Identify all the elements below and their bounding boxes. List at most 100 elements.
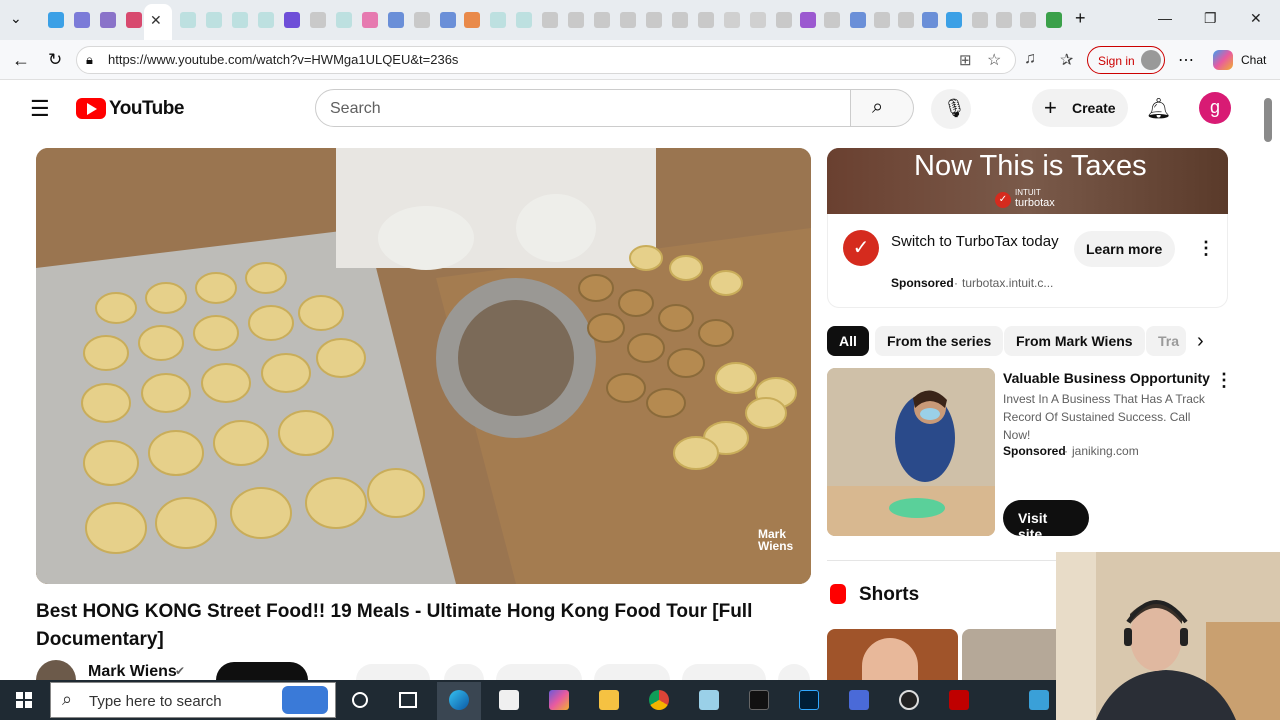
minimize-icon[interactable]: — <box>1158 10 1172 26</box>
tab-favicon-29[interactable] <box>898 12 914 28</box>
file-explorer-taskbar-icon[interactable] <box>599 690 619 710</box>
tab-favicon-26[interactable] <box>824 12 840 28</box>
notifications-bell-icon[interactable]: 🔔︎ <box>1146 96 1171 121</box>
tab-favicon-app[interactable] <box>100 12 116 28</box>
tab-favicon-32[interactable] <box>972 12 988 28</box>
download-button[interactable] <box>682 664 766 680</box>
chips-next-icon[interactable]: › <box>1197 330 1204 353</box>
more-options-icon[interactable]: ⋯ <box>1178 50 1194 70</box>
app2-taskbar-icon[interactable] <box>699 690 719 710</box>
save-button[interactable] <box>594 664 670 680</box>
tab-favicon-2[interactable] <box>206 12 222 28</box>
tab-favicon-20[interactable] <box>672 12 688 28</box>
read-aloud-icon[interactable]: ♫ <box>1024 50 1036 68</box>
restore-icon[interactable]: ❐ <box>1204 10 1217 27</box>
terminal-taskbar-icon[interactable] <box>749 690 769 710</box>
tab-favicon-youtube[interactable] <box>126 12 142 28</box>
tab-favicon-21[interactable] <box>698 12 714 28</box>
tab-favicon-13[interactable] <box>490 12 506 28</box>
tab-favicon-11[interactable] <box>440 12 456 28</box>
learn-more-button[interactable]: Learn more <box>1074 231 1175 267</box>
new-tab-icon[interactable]: + <box>1075 8 1086 29</box>
create-button[interactable]: + Create <box>1032 89 1128 127</box>
tab-favicon-25[interactable] <box>800 12 816 28</box>
tab-favicon-35[interactable] <box>1046 12 1062 28</box>
tab-favicon-9[interactable] <box>388 12 404 28</box>
tab-favicon-18[interactable] <box>620 12 636 28</box>
tab-favicon-33[interactable] <box>996 12 1012 28</box>
tab-favicon-34[interactable] <box>1020 12 1036 28</box>
copilot-icon[interactable] <box>1213 50 1233 70</box>
tab-favicon-6[interactable] <box>310 12 326 28</box>
menu-hamburger-icon[interactable]: ☰ <box>30 96 50 122</box>
visit-site-button[interactable]: Visit site <box>1003 500 1089 542</box>
obs-taskbar-icon[interactable] <box>899 690 919 710</box>
tab-favicon-4[interactable] <box>258 12 274 28</box>
promo-thumbnail[interactable] <box>827 368 995 536</box>
tab-favicon-10[interactable] <box>414 12 430 28</box>
tab-favicon-14[interactable] <box>516 12 532 28</box>
tab-favicon-3[interactable] <box>232 12 248 28</box>
app-available-icon[interactable]: ⊞ <box>959 51 972 69</box>
windows-start-icon[interactable] <box>16 692 32 708</box>
tab-favicon-23[interactable] <box>750 12 766 28</box>
ad-banner-image[interactable]: Now This is Taxes INTUIT ✓ turbotax <box>827 148 1228 214</box>
favorite-star-icon[interactable]: ☆ <box>987 50 1001 70</box>
tab-favicon-1[interactable] <box>180 12 196 28</box>
tab-favicon-19[interactable] <box>646 12 662 28</box>
favorites-icon[interactable]: ✰ <box>1060 50 1073 70</box>
site-info-icon[interactable]: 🔒︎ <box>86 52 93 68</box>
search-highlight-icon[interactable] <box>282 686 328 714</box>
url-text[interactable]: https://www.youtube.com/watch?v=HWMga1UL… <box>108 52 458 67</box>
filezilla-taskbar-icon[interactable] <box>949 690 969 710</box>
chip-from-series[interactable]: From the series <box>875 326 1004 356</box>
cortana-icon[interactable] <box>352 692 368 708</box>
refresh-icon[interactable]: ↻ <box>48 50 62 70</box>
video-player[interactable]: Mark Wiens <box>36 148 811 584</box>
app-taskbar-icon[interactable] <box>549 690 569 710</box>
tab-favicon-24[interactable] <box>776 12 792 28</box>
youtube-logo[interactable]: YouTube <box>76 97 184 121</box>
back-icon[interactable]: ← <box>12 50 30 71</box>
search-button[interactable]: ⌕ <box>851 89 914 127</box>
close-window-icon[interactable]: ✕ <box>1250 10 1262 27</box>
tab-favicon-17[interactable] <box>594 12 610 28</box>
tab-favicon-31[interactable] <box>946 12 962 28</box>
tab-favicon-5[interactable] <box>284 12 300 28</box>
share-button[interactable] <box>444 664 484 680</box>
close-tab-icon[interactable]: ✕ <box>150 12 162 29</box>
like-button[interactable] <box>356 664 430 680</box>
voice-search-button[interactable]: 🎙︎ <box>931 89 971 129</box>
network-app-taskbar-icon[interactable] <box>849 690 869 710</box>
subscribe-button[interactable] <box>216 662 308 680</box>
clip-button[interactable] <box>496 664 582 680</box>
account-avatar[interactable]: g <box>1199 92 1231 124</box>
tab-favicon-16[interactable] <box>568 12 584 28</box>
tab-favicon-30[interactable] <box>922 12 938 28</box>
task-view-icon[interactable] <box>399 692 417 708</box>
tab-favicon-28[interactable] <box>874 12 890 28</box>
tab-favicon-edge[interactable] <box>48 12 64 28</box>
tab-favicon-mail[interactable] <box>74 12 90 28</box>
tab-favicon-15[interactable] <box>542 12 558 28</box>
chip-all[interactable]: All <box>827 326 869 356</box>
tab-list-chevron-icon[interactable]: ⌄ <box>10 10 22 27</box>
tab-favicon-22[interactable] <box>724 12 740 28</box>
tab-favicon-7[interactable] <box>336 12 352 28</box>
store-taskbar-icon[interactable] <box>499 690 519 710</box>
chip-travel[interactable]: Tra <box>1146 326 1186 356</box>
ad-menu-icon[interactable]: ⋮ <box>1197 238 1215 259</box>
tray-app-icon[interactable] <box>1029 690 1049 710</box>
page-scrollbar[interactable] <box>1264 98 1272 142</box>
more-actions-button[interactable] <box>778 664 810 680</box>
photoshop-taskbar-icon[interactable] <box>799 690 819 710</box>
shorts-thumbnail-2[interactable] <box>962 629 1056 680</box>
promo-title[interactable]: Valuable Business Opportunity <box>1003 370 1210 386</box>
tab-favicon-12[interactable] <box>464 12 480 28</box>
chrome-taskbar-icon[interactable] <box>649 690 669 710</box>
chip-from-mark-wiens[interactable]: From Mark Wiens <box>1004 326 1145 356</box>
chat-label[interactable]: Chat <box>1241 53 1266 67</box>
search-input[interactable]: Search <box>315 89 851 127</box>
tab-favicon-8[interactable] <box>362 12 378 28</box>
promo-menu-icon[interactable]: ⋮ <box>1215 370 1233 391</box>
